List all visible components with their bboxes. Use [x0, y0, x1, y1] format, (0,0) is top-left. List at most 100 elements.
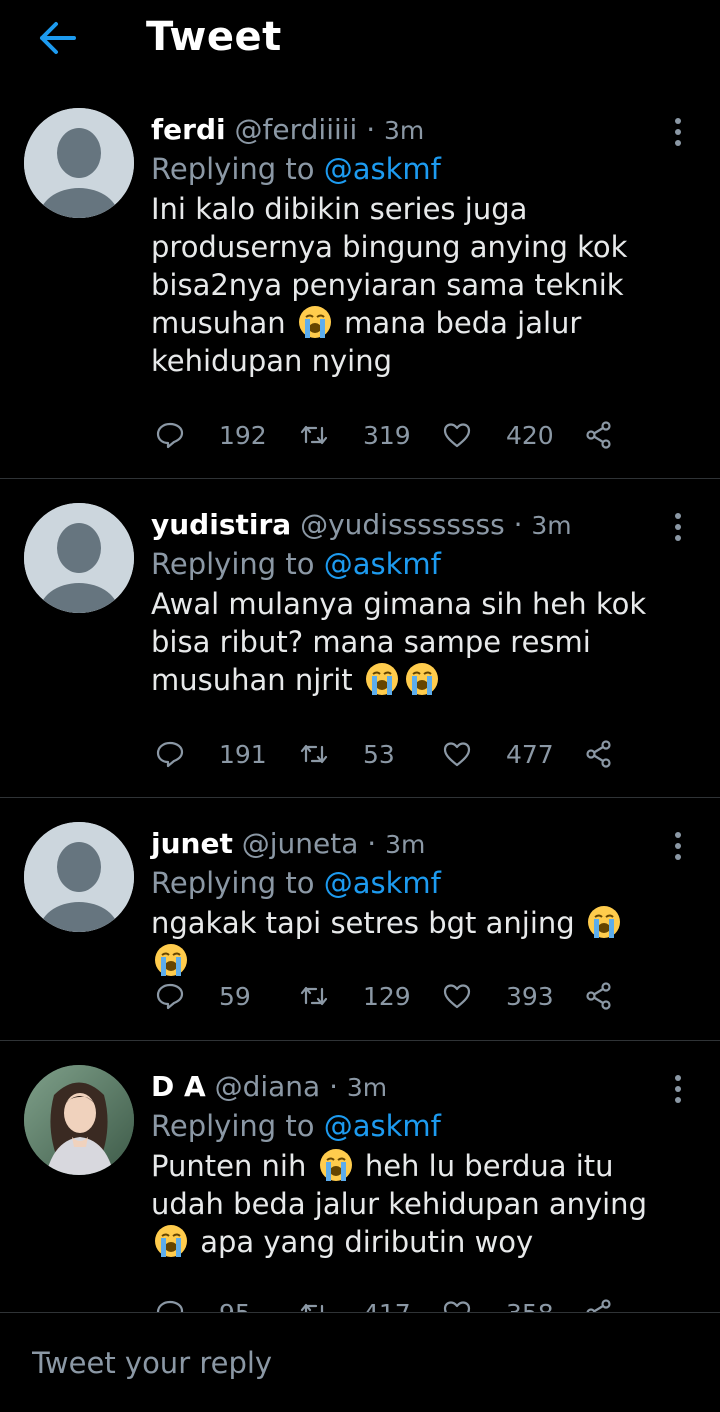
default-avatar-icon	[24, 108, 134, 218]
tweet-header: ferdi @ferdiiiii · 3m	[151, 111, 660, 150]
retweet-button[interactable]: 129	[299, 976, 411, 1016]
tweet-header: D A @diana · 3m	[151, 1068, 660, 1107]
share-button[interactable]	[584, 976, 614, 1016]
crying-emoji-icon	[318, 1147, 354, 1183]
replying-to: Replying to @askmf	[151, 150, 660, 188]
tweet-header: junet @juneta · 3m	[151, 825, 660, 864]
retweet-icon	[300, 425, 328, 445]
tweet-text-line: Punten nih heh lu berdua itu	[151, 1147, 660, 1185]
tweet-text-line: Awal mulanya gimana sih heh kok	[151, 587, 647, 621]
tweet-text-line: Ini kalo dibikin series juga	[151, 192, 528, 226]
reply-input[interactable]	[32, 1343, 682, 1383]
reply-button[interactable]: 59	[155, 976, 251, 1016]
timestamp[interactable]: 3m	[347, 1073, 387, 1102]
mention-link[interactable]: @askmf	[324, 152, 441, 186]
like-count: 420	[506, 420, 554, 450]
reply-tweet[interactable]: junet @juneta · 3m Replying to @askmf ng…	[0, 798, 720, 1041]
default-avatar-icon	[24, 822, 134, 932]
action-bar: 192 319 420	[151, 415, 631, 455]
reply-tweet[interactable]: ferdi @ferdiiiii · 3m Replying to @askmf…	[0, 82, 720, 479]
tweet-text-line: udah beda jalur kehidupan anying	[151, 1187, 647, 1221]
tweet-text: Ini kalo dibikin series juga produsernya…	[151, 190, 660, 380]
like-button[interactable]: 358	[442, 1293, 554, 1312]
avatar[interactable]	[24, 1065, 134, 1175]
mention-link[interactable]: @askmf	[324, 1109, 441, 1143]
share-icon	[586, 1299, 611, 1312]
reply-count: 192	[219, 420, 267, 450]
heart-icon	[443, 742, 471, 767]
retweet-button[interactable]: 53	[299, 734, 395, 774]
timestamp[interactable]: 3m	[384, 116, 424, 145]
user-handle[interactable]: @yudissssssss	[300, 508, 505, 541]
avatar[interactable]	[24, 503, 134, 613]
text-segment: Punten nih	[151, 1149, 307, 1183]
crying-emoji-icon	[297, 304, 333, 340]
like-button[interactable]: 393	[442, 976, 554, 1016]
retweet-count: 319	[363, 420, 411, 450]
retweet-count: 53	[363, 739, 395, 769]
replying-label: Replying to	[151, 1109, 324, 1143]
tweet-text-line: apa yang diributin woy	[151, 1223, 660, 1261]
tweet-text: Punten nih heh lu berdua itu udah beda j…	[151, 1147, 660, 1261]
crying-emoji-icon	[364, 661, 400, 697]
like-button[interactable]: 420	[442, 415, 554, 455]
display-name[interactable]: ferdi	[151, 113, 226, 146]
top-bar: Tweet	[0, 0, 720, 80]
display-name[interactable]: yudistira	[151, 508, 291, 541]
share-icon	[586, 740, 611, 768]
reply-button[interactable]: 95	[155, 1293, 251, 1312]
timestamp[interactable]: 3m	[531, 511, 571, 540]
heart-icon	[443, 423, 471, 448]
avatar[interactable]	[24, 108, 134, 218]
more-options-button[interactable]	[670, 118, 686, 148]
separator-dot: ·	[320, 1070, 347, 1103]
back-button[interactable]	[36, 18, 80, 58]
retweet-button[interactable]: 319	[299, 415, 411, 455]
tweet-text: ngakak tapi setres bgt anjing	[151, 904, 660, 980]
more-options-button[interactable]	[670, 832, 686, 862]
crying-emoji-icon	[586, 904, 622, 940]
more-options-button[interactable]	[670, 1075, 686, 1105]
replying-to: Replying to @askmf	[151, 545, 660, 583]
reply-button[interactable]: 191	[155, 734, 267, 774]
heart-icon	[443, 1301, 471, 1312]
reply-composer	[0, 1312, 720, 1412]
reply-tweet[interactable]: yudistira @yudissssssss · 3m Replying to…	[0, 479, 720, 798]
reply-bubble-icon	[156, 741, 184, 768]
separator-dot: ·	[358, 827, 386, 860]
separator-dot: ·	[357, 113, 385, 146]
share-button[interactable]	[584, 415, 614, 455]
action-bar: 59 129 393	[151, 976, 631, 1016]
user-handle[interactable]: @diana	[215, 1070, 321, 1103]
reply-count: 59	[219, 981, 251, 1011]
tweet-text-line: kehidupan nying	[151, 344, 392, 378]
like-button[interactable]: 477	[442, 734, 554, 774]
mention-link[interactable]: @askmf	[324, 547, 441, 581]
display-name[interactable]: junet	[151, 827, 233, 860]
text-segment: heh lu berdua itu	[364, 1149, 614, 1183]
action-bar: 95 417 358	[151, 1293, 631, 1312]
replying-label: Replying to	[151, 152, 324, 186]
avatar[interactable]	[24, 822, 134, 932]
retweet-count: 129	[363, 981, 411, 1011]
replying-to: Replying to @askmf	[151, 1107, 660, 1145]
share-button[interactable]	[584, 1293, 614, 1312]
user-handle[interactable]: @ferdiiiii	[235, 113, 358, 146]
retweet-icon	[300, 986, 328, 1006]
display-name[interactable]: D A	[151, 1070, 206, 1103]
crying-emoji-icon	[404, 661, 440, 697]
retweet-button[interactable]: 417	[299, 1293, 411, 1312]
more-options-button[interactable]	[670, 513, 686, 543]
crying-emoji-icon	[153, 942, 189, 978]
reply-tweet[interactable]: D A @diana · 3m Replying to @askmf Punte…	[0, 1041, 720, 1312]
user-handle[interactable]: @juneta	[242, 827, 359, 860]
tweet-text-line: ngakak tapi setres bgt anjing	[151, 904, 660, 980]
mention-link[interactable]: @askmf	[324, 866, 441, 900]
reply-button[interactable]: 192	[155, 415, 267, 455]
arrow-left-icon	[40, 22, 76, 54]
timestamp[interactable]: 3m	[385, 830, 425, 859]
share-button[interactable]	[584, 734, 614, 774]
reply-bubble-icon	[156, 1300, 184, 1312]
retweet-count: 417	[363, 1299, 411, 1313]
tweet-text-line: bisa ribut? mana sampe resmi	[151, 625, 591, 659]
